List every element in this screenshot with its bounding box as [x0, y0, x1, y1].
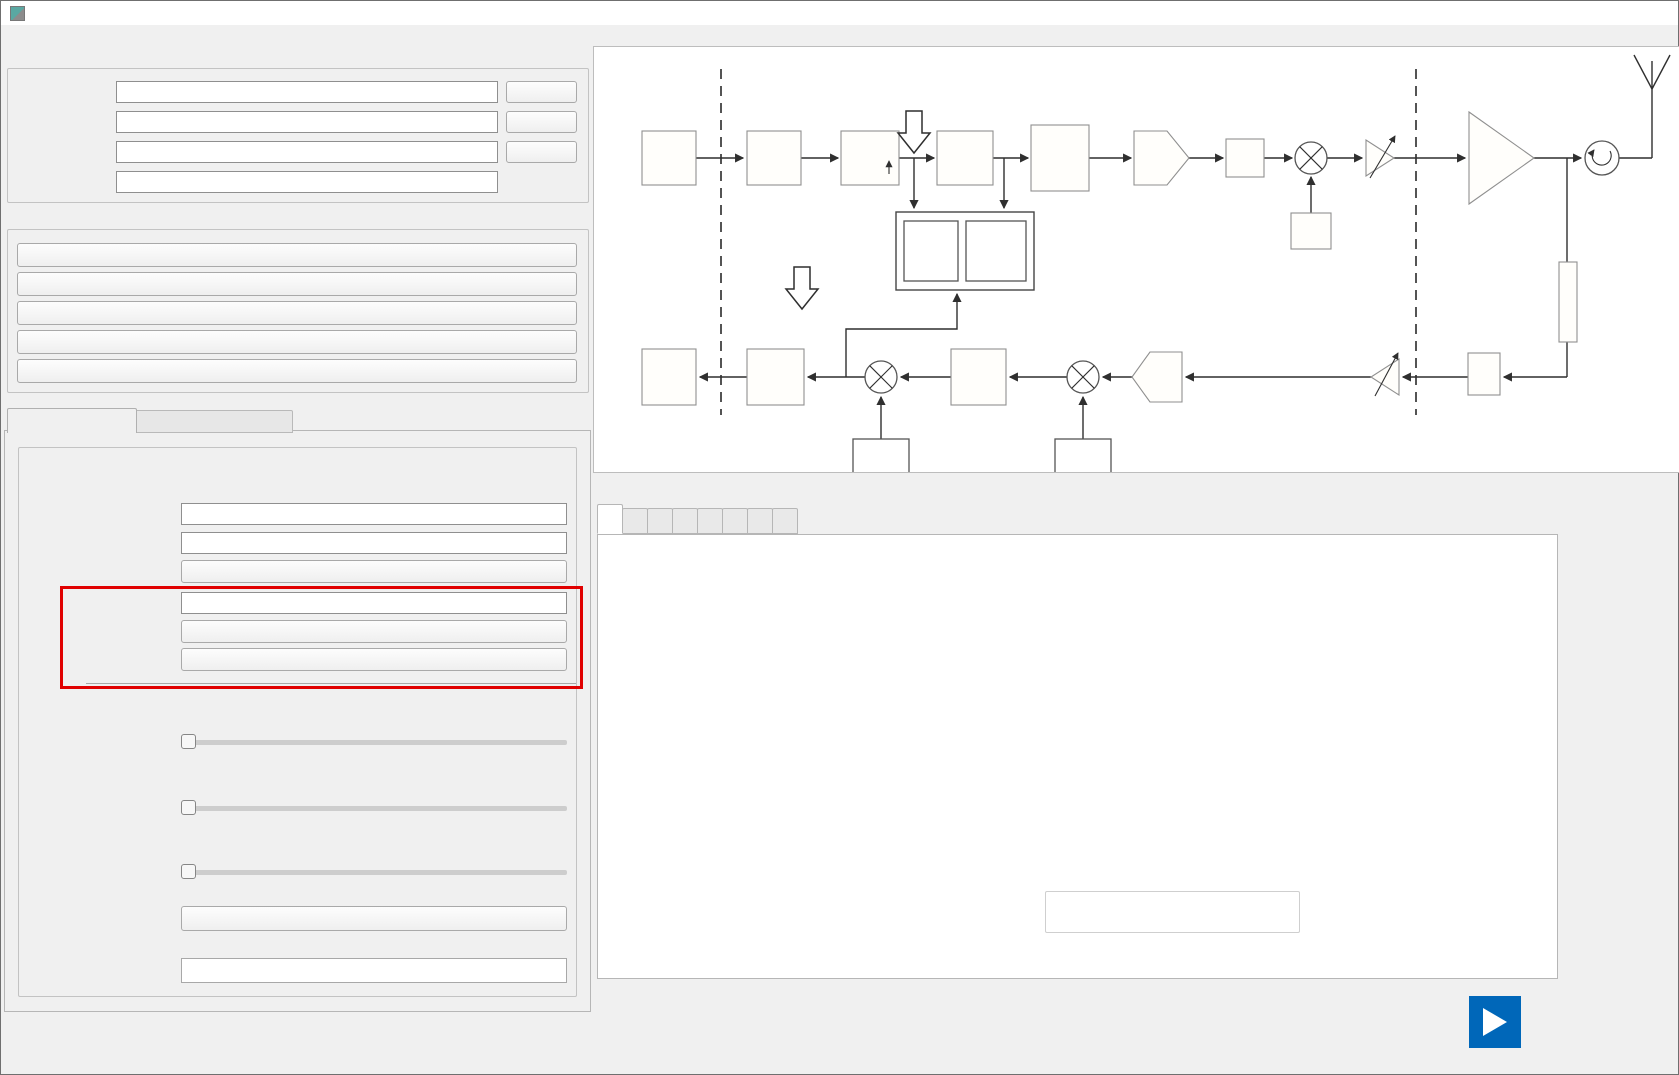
slider-track	[181, 806, 567, 811]
app-window	[0, 0, 1679, 1075]
slider-thumb[interactable]	[181, 734, 196, 749]
coeff-count-slider[interactable]	[181, 733, 567, 752]
legend-observation	[1054, 919, 1291, 921]
title-bar	[1, 1, 1678, 25]
app-icon	[10, 6, 25, 21]
export-folder-input[interactable]	[116, 141, 498, 163]
slider-track	[181, 870, 567, 875]
tab-feature-filter[interactable]	[722, 508, 748, 534]
diagram-node-orx-atten	[1371, 353, 1399, 396]
tab-vswr-data[interactable]	[772, 508, 798, 534]
plot-ccdf-button[interactable]	[17, 330, 577, 354]
menu-file[interactable]	[7, 28, 15, 30]
tab-time-domain[interactable]	[697, 508, 723, 534]
plot-psd-button[interactable]	[17, 272, 577, 296]
sort-dpd-models-button[interactable]	[181, 648, 567, 671]
tab-cfr-vswr[interactable]	[135, 410, 293, 433]
tab-cfr-data[interactable]	[747, 508, 773, 534]
transmit-line-swatch	[1054, 903, 1080, 905]
maximize-button[interactable]	[1485, 1, 1528, 25]
tx-mixer-icon	[1295, 142, 1327, 174]
slider-thumb[interactable]	[181, 864, 196, 879]
plot-time-domain-button[interactable]	[17, 243, 577, 267]
data-rate-input[interactable]	[116, 171, 498, 193]
section-divider	[86, 683, 576, 684]
menu-bar	[1, 25, 1678, 47]
slider-track	[181, 740, 567, 745]
diagram-node-lo	[1291, 213, 1331, 249]
diagram-node-lpf	[1226, 139, 1264, 177]
minimize-button[interactable]	[1442, 1, 1485, 25]
rx-mixer-fine-icon	[865, 361, 897, 393]
chart-legend	[1045, 891, 1300, 933]
transmit-data-arrow-icon	[898, 111, 930, 153]
rx-chain-wires	[700, 294, 1567, 439]
observed-browse-button[interactable]	[506, 111, 577, 133]
legend-transmit	[1054, 903, 1291, 905]
plot-pa-response-button[interactable]	[17, 301, 577, 325]
actuator-rate-combobox[interactable]	[181, 503, 567, 525]
circulator-icon	[1585, 141, 1619, 175]
diagram-node-dac	[1134, 131, 1189, 185]
analog-devices-logo	[1469, 996, 1674, 1053]
tab-psd-open-loop[interactable]	[597, 504, 623, 534]
diagram-node-cfr	[747, 131, 801, 185]
transmit-data-input[interactable]	[116, 81, 498, 103]
tab-dpd-model-selection[interactable]	[7, 408, 137, 433]
generate-dpd-models-button[interactable]	[181, 906, 567, 931]
diagram-node-data-to-jesd	[594, 47, 696, 405]
ddr-order-slider[interactable]	[181, 863, 567, 882]
adi-triangle-icon	[1469, 996, 1521, 1048]
observation-line-swatch	[1054, 919, 1080, 921]
y-axis-label	[646, 660, 664, 840]
diagram-node-optional-hbf	[594, 47, 804, 405]
tab-psd-model[interactable]	[622, 508, 648, 534]
observed-data-arrow-icon	[786, 267, 818, 309]
export-browse-button[interactable]	[506, 141, 577, 163]
generate-feature-filter-button[interactable]	[181, 560, 567, 583]
progress-bar	[181, 958, 567, 983]
system-block-diagram	[593, 46, 1679, 473]
transmit-browse-button[interactable]	[506, 81, 577, 103]
plot-tab-bar	[597, 506, 797, 534]
tab-ccdf[interactable]	[647, 508, 673, 534]
observed-data-input[interactable]	[116, 111, 498, 133]
antenna-icon	[1634, 55, 1670, 158]
diagram-node-data-from-bduc	[594, 47, 696, 185]
diagram-node-opt-bpf	[594, 47, 1500, 395]
lib-path-browse-button[interactable]	[181, 620, 567, 643]
close-button[interactable]	[1528, 1, 1571, 25]
feature-bw-combobox[interactable]	[181, 532, 567, 554]
psd-plot-panel	[597, 534, 1558, 979]
tab-pa-response[interactable]	[672, 508, 698, 534]
diagram-node-rf-adc	[1132, 352, 1182, 402]
rx-mixer-coarse-icon	[1067, 361, 1099, 393]
menu-help[interactable]	[37, 28, 45, 30]
generate-wb-reg-button[interactable]	[17, 359, 577, 383]
lib-path-input[interactable]	[181, 592, 567, 614]
slider-thumb[interactable]	[181, 800, 196, 815]
diagram-node-fine-nco	[594, 47, 909, 472]
gmp-order-slider[interactable]	[181, 799, 567, 818]
diagram-node-atten	[594, 47, 1577, 342]
